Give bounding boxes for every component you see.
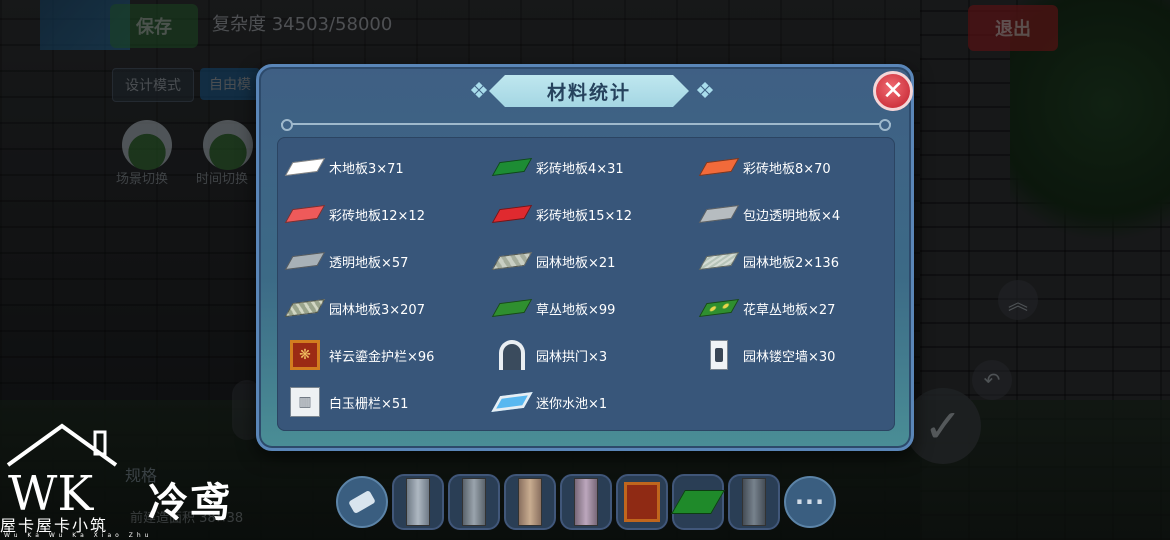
material-label: 花草丛地板×27 [743,302,836,318]
close-button[interactable]: ✕ [873,71,913,111]
dialog-title: 材料统计 [489,75,689,107]
orange-floor-tile-icon [698,149,740,185]
white-floor-tile-icon [284,149,326,185]
material-label: 透明地板×57 [329,255,409,271]
pink-pillar-icon [574,478,598,526]
hotbar: ··· [336,474,836,530]
material-label: 白玉栅栏×51 [329,396,409,412]
material-item: 彩砖地板8×70 [698,149,887,185]
stone-pillar-icon [406,478,430,526]
watermark-pinyin: Wu Ka Wu Ka Xiao Zhu [4,532,153,539]
title-divider [281,119,891,131]
material-label: 迷你水池×1 [536,396,608,412]
material-item: 包边透明地板×4 [698,196,887,232]
eraser-slot[interactable] [336,476,388,528]
watermark-author: 冷鸢 [148,479,232,526]
salmon-floor-tile-icon [284,196,326,232]
materials-panel: 木地板3×71 彩砖地板4×31 彩砖地板8×70 彩砖地板12×12 彩砖地板… [277,137,895,431]
wood-pillar-icon [518,478,542,526]
material-item: 园林地板3×207 [284,290,494,326]
material-item: 园林镂空墙×30 [701,337,887,373]
material-label: 木地板3×71 [329,161,404,177]
material-item: 透明地板×57 [284,243,494,279]
material-stats-dialog: ❖ 材料统计 ❖ ✕ 木地板3×71 彩砖地板4×31 彩砖地板8×70 彩砖地… [256,64,914,451]
eraser-icon [348,489,376,515]
watermark-house-logo: WK [6,423,118,520]
material-label: 彩砖地板15×12 [536,208,632,224]
material-item: 园林拱门×3 [494,337,701,373]
hotbar-slot[interactable] [504,474,556,530]
material-label: 园林地板×21 [536,255,616,271]
hotbar-slot[interactable] [392,474,444,530]
material-item: 彩砖地板15×12 [491,196,701,232]
garden-floor-3-icon [284,290,326,326]
material-item: 园林地板2×136 [698,243,887,279]
title-ornament-right-icon: ❖ [695,78,715,104]
material-item: ❋ 祥云鎏金护栏×96 [287,337,494,373]
title-ornament-left-icon: ❖ [469,78,489,104]
red-floor-tile-icon [491,196,533,232]
more-dots-icon: ··· [794,488,826,516]
grass-block-icon [671,490,725,514]
material-label: 彩砖地板4×31 [536,161,624,177]
hotbar-slot[interactable] [448,474,500,530]
garden-arch-icon [494,337,530,373]
material-item: 木地板3×71 [284,149,494,185]
cloud-gold-railing-icon: ❋ [287,337,323,373]
dark-pillar-icon [742,478,766,526]
material-label: 彩砖地板8×70 [743,161,831,177]
stone-pillar-2-icon [462,478,486,526]
hotbar-slot[interactable] [671,474,725,530]
material-item: 园林地板×21 [491,243,701,279]
material-label: 包边透明地板×4 [743,208,841,224]
material-label: 园林地板3×207 [329,302,425,318]
garden-floor-icon [491,243,533,279]
grass-floor-icon [491,290,533,326]
close-icon: ✕ [882,76,904,106]
more-button[interactable]: ··· [784,476,836,528]
mini-pool-icon [491,384,533,420]
material-label: 园林镂空墙×30 [743,349,836,365]
edged-glass-floor-icon [698,196,740,232]
material-label: 园林地板2×136 [743,255,839,271]
garden-hollow-wall-icon [701,337,737,373]
flower-grass-floor-icon [698,290,740,326]
hotbar-slot[interactable] [560,474,612,530]
material-label: 园林拱门×3 [536,349,608,365]
white-jade-fence-icon: ▥ [287,384,323,420]
hotbar-slot[interactable] [728,474,780,530]
glass-floor-icon [284,243,326,279]
railing-sign-icon [624,482,660,522]
hotbar-slot[interactable] [616,474,668,530]
material-label: 草丛地板×99 [536,302,616,318]
green-floor-tile-icon [491,149,533,185]
material-label: 彩砖地板12×12 [329,208,425,224]
material-label: 祥云鎏金护栏×96 [329,349,435,365]
material-item: ▥ 白玉栅栏×51 [287,384,494,420]
material-item: 彩砖地板4×31 [491,149,701,185]
garden-floor-2-icon [698,243,740,279]
material-item: 花草丛地板×27 [698,290,887,326]
materials-grid: 木地板3×71 彩砖地板4×31 彩砖地板8×70 彩砖地板12×12 彩砖地板… [284,149,887,420]
material-item: 迷你水池×1 [491,384,701,420]
material-item: 彩砖地板12×12 [284,196,494,232]
material-item: 草丛地板×99 [491,290,701,326]
